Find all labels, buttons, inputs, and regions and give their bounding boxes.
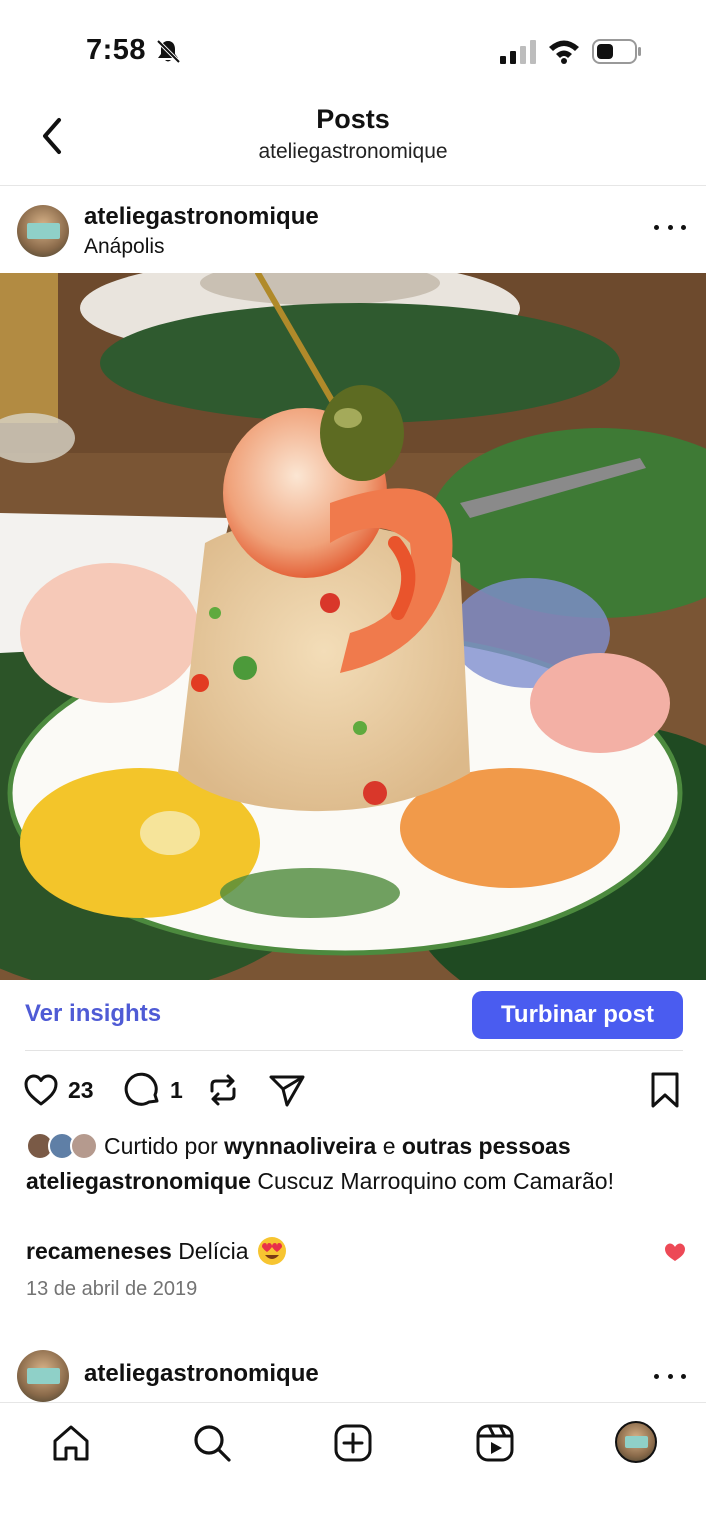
bell-off-icon — [156, 39, 181, 64]
tab-bar — [0, 1402, 706, 1536]
share-button[interactable] — [268, 1070, 306, 1110]
comment-icon — [124, 1072, 159, 1106]
send-icon — [269, 1075, 305, 1107]
caption: ateliegastronomique Cuscuz Marroquino co… — [26, 1166, 666, 1196]
save-button[interactable] — [646, 1070, 684, 1110]
avatar[interactable] — [17, 205, 69, 257]
bookmark-icon — [651, 1072, 679, 1108]
like-count[interactable]: 23 — [68, 1077, 94, 1104]
food-photo — [0, 273, 706, 980]
liked-by-row[interactable]: Curtido por wynnaoliveira e outras pesso… — [26, 1128, 686, 1164]
insights-row: Ver insights Turbinar post — [0, 980, 706, 1050]
post-location[interactable]: Anápolis — [84, 235, 165, 259]
signal-icon — [500, 40, 536, 64]
comment-button[interactable]: 1 — [124, 1070, 183, 1110]
repost-button[interactable] — [204, 1070, 242, 1110]
post-image[interactable] — [0, 273, 706, 980]
comment-text: Delícia — [178, 1238, 249, 1264]
divider — [25, 1050, 683, 1051]
page-subtitle: ateliegastronomique — [258, 140, 448, 163]
search-icon — [194, 1425, 231, 1462]
next-post-header: ateliegastronomique — [0, 1350, 706, 1402]
post-header: ateliegastronomique Anápolis — [0, 187, 706, 273]
liked-by-user[interactable]: wynnaoliveira — [224, 1133, 376, 1160]
avatar[interactable] — [17, 1350, 69, 1402]
post-username[interactable]: ateliegastronomique — [84, 203, 319, 231]
liker-avatars — [26, 1131, 100, 1161]
reels-icon — [476, 1424, 514, 1462]
battery-icon — [592, 39, 641, 64]
heart-eyes-emoji-icon — [257, 1237, 286, 1265]
tab-home[interactable] — [49, 1421, 93, 1465]
comment-like-heart-icon[interactable] — [664, 1242, 686, 1262]
like-button[interactable]: 23 — [22, 1070, 94, 1110]
comment-username[interactable]: recameneses — [26, 1236, 172, 1266]
tab-reels[interactable] — [473, 1421, 517, 1465]
post-date: 13 de abril de 2019 — [26, 1278, 198, 1300]
tab-create[interactable] — [331, 1421, 375, 1465]
repost-icon — [210, 1074, 236, 1106]
status-bar: 7:58 — [0, 0, 706, 96]
liked-by-prefix: Curtido por — [104, 1132, 218, 1159]
plus-square-icon — [334, 1424, 372, 1462]
wifi-icon — [549, 40, 579, 64]
more-options-button[interactable] — [654, 1364, 686, 1388]
boost-post-button[interactable]: Turbinar post — [472, 991, 683, 1039]
more-options-button[interactable] — [654, 215, 686, 239]
page-title: Posts — [316, 104, 390, 134]
liked-by-conj: e — [382, 1132, 396, 1159]
comment-count[interactable]: 1 — [170, 1077, 183, 1104]
heart-icon — [24, 1074, 58, 1106]
comment-row: recameneses Delícia — [26, 1236, 666, 1266]
caption-text: Cuscuz Marroquino com Camarão! — [257, 1168, 614, 1194]
next-post-username[interactable]: ateliegastronomique — [84, 1360, 319, 1388]
view-insights-link[interactable]: Ver insights — [25, 1000, 161, 1028]
action-bar: 23 1 — [0, 1066, 706, 1112]
nav-header: Posts ateliegastronomique — [0, 96, 706, 186]
liked-by-others[interactable]: outras pessoas — [402, 1133, 571, 1160]
tab-profile[interactable] — [615, 1421, 657, 1463]
status-time: 7:58 — [86, 34, 147, 66]
home-icon — [53, 1425, 89, 1461]
caption-username[interactable]: ateliegastronomique — [26, 1168, 251, 1194]
tab-search[interactable] — [190, 1421, 234, 1465]
